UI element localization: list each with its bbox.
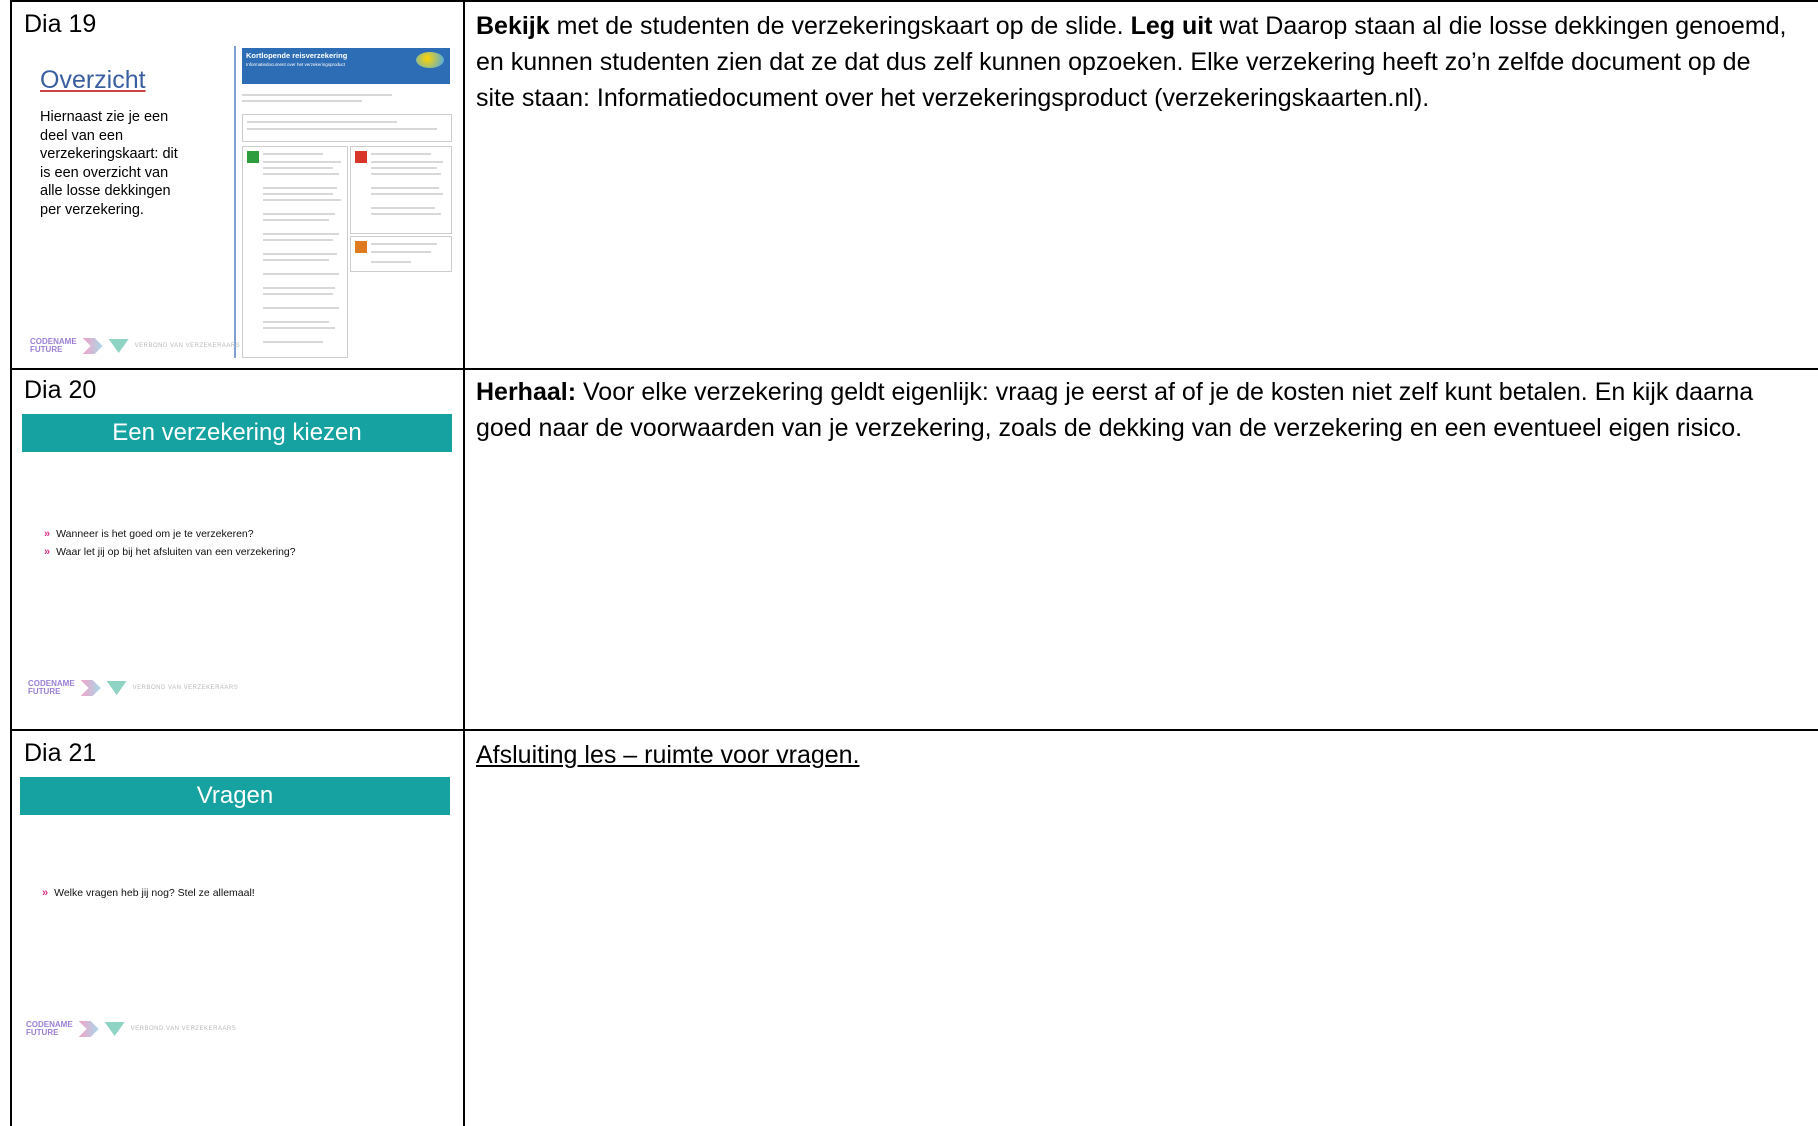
notes-cell: Bekijk met de studenten de verzekeringsk…: [463, 2, 1818, 368]
bullet-item: » Wanneer is het goed om je te verzekeren…: [44, 528, 254, 540]
slide-thumbnail[interactable]: Overzicht Hiernaast zie je een deel van …: [24, 38, 458, 358]
insurance-card-title: Kortlopende reisverzekering: [246, 51, 348, 60]
slide-thumbnail[interactable]: Een verzekering kiezen » Wanneer is het g…: [22, 414, 452, 729]
teacher-notes: Afsluiting les – ruimte voor vragen.: [476, 741, 860, 769]
verbond-logo-icon: [106, 681, 127, 695]
slide-title: Vragen: [20, 777, 450, 815]
arrow-logo-icon: [82, 338, 103, 354]
slide-number: Dia 20: [24, 376, 97, 404]
insurer-logo-icon: [416, 52, 444, 68]
slide-footer-logo: CODENAME FUTURE VERBOND VAN VERZEKERAARS: [26, 1020, 237, 1037]
arrow-logo-icon: [80, 680, 101, 696]
teacher-notes: Herhaal: Voor elke verzekering geldt eig…: [476, 378, 1754, 442]
teacher-notes: Bekijk met de studenten de verzekeringsk…: [476, 12, 1787, 112]
table-row: Dia 21 Vragen » Welke vragen heb jij nog?…: [10, 731, 1818, 1126]
slide-number: Dia 19: [24, 10, 97, 38]
notes-cell: Afsluiting les – ruimte voor vragen.: [463, 731, 1818, 1126]
chevron-right-icon: »: [42, 887, 49, 899]
table-row: Dia 19 Overzicht Hiernaast zie je een de…: [10, 0, 1818, 370]
chevron-right-icon: »: [44, 546, 51, 558]
verbond-logo-icon: [108, 339, 129, 353]
verbond-logo-icon: [104, 1022, 125, 1036]
slide-title: Een verzekering kiezen: [22, 414, 452, 452]
warning-icon: [355, 151, 367, 163]
umbrella-icon: [247, 151, 259, 163]
text-line: [242, 94, 392, 96]
covered-box: [242, 146, 348, 358]
notes-cell: Herhaal: Voor elke verzekering geldt eig…: [463, 368, 1818, 729]
slide-cell: Dia 19 Overzicht Hiernaast zie je een de…: [10, 2, 465, 368]
arrow-logo-icon: [78, 1021, 99, 1037]
info-box: [242, 114, 452, 142]
slide-footer-logo: CODENAME FUTURE VERBOND VAN VERZEKERAARS: [28, 679, 239, 696]
slide-footer-logo: CODENAME FUTURE VERBOND VAN VERZEKERAARS: [30, 337, 241, 354]
warning-icon: [355, 241, 367, 253]
table-row: Dia 20 Een verzekering kiezen » Wanneer i…: [10, 368, 1818, 731]
slide-text: Hiernaast zie je een deel van een verzek…: [40, 109, 178, 218]
slide-number: Dia 21: [24, 739, 97, 767]
slide-cell: Dia 21 Vragen » Welke vragen heb jij nog?…: [10, 731, 465, 1126]
restrictions-box: [350, 236, 452, 272]
slide-thumbnail[interactable]: Vragen » Welke vragen heb jij nog? Stel z…: [20, 777, 450, 1095]
chevron-right-icon: »: [44, 528, 51, 540]
insurance-card-subtitle: Informatiedocument over het verzekerings…: [246, 62, 346, 67]
text-line: [242, 100, 362, 102]
insurance-card-image: Kortlopende reisverzekering Informatiedo…: [234, 46, 458, 358]
insurance-card-header: Kortlopende reisverzekering Informatiedo…: [242, 48, 450, 84]
bullet-item: » Waar let jij op bij het afsluiten van e…: [44, 546, 296, 558]
not-covered-box: [350, 146, 452, 234]
bullet-item: » Welke vragen heb jij nog? Stel ze allem…: [42, 887, 255, 899]
slide-title: Overzicht: [40, 66, 146, 94]
slide-cell: Dia 20 Een verzekering kiezen » Wanneer i…: [10, 368, 465, 729]
